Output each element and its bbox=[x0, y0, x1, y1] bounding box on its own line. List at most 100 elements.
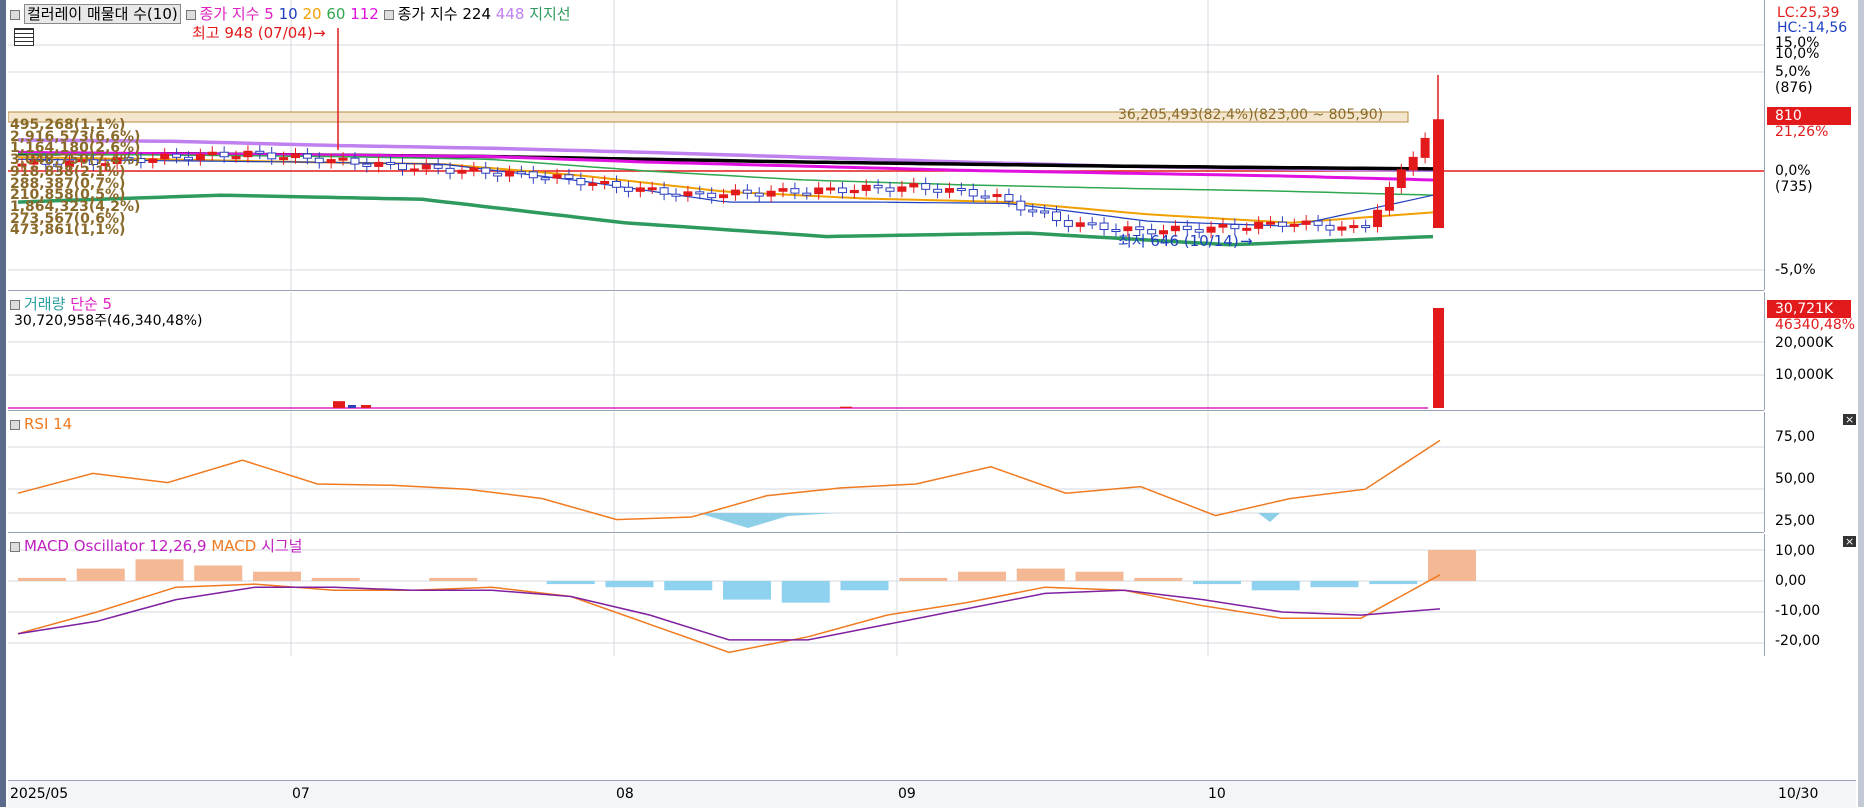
volume-profile-label: 36,205,493(82,4%)(823,00 ~ 805,90) bbox=[1118, 107, 1384, 123]
x-label-08: 08 bbox=[616, 786, 634, 802]
rsi-line bbox=[17, 439, 1441, 521]
candle bbox=[564, 174, 574, 179]
last-candle bbox=[1433, 119, 1444, 228]
volume-legend[interactable]: 거래량 단순 5 bbox=[10, 295, 112, 313]
candle bbox=[1266, 221, 1276, 225]
candle bbox=[671, 193, 681, 197]
candle bbox=[814, 187, 824, 195]
macd-legend[interactable]: MACD Oscillator 12,26,9 MACD 시그널 bbox=[10, 537, 302, 555]
macd-chart-svg[interactable] bbox=[8, 534, 1764, 780]
candle bbox=[1325, 224, 1335, 231]
volume-axis[interactable]: 30,721K 46340,48% 20,000K 10,000K bbox=[1764, 292, 1857, 410]
rsi-tick-75: 75,00 bbox=[1775, 429, 1816, 445]
rsi-title: RSI 14 bbox=[24, 415, 73, 433]
volume-grid bbox=[8, 292, 1764, 410]
volume-bar bbox=[348, 405, 356, 408]
legend-toggle-icon[interactable] bbox=[383, 9, 394, 20]
volume-chart-svg[interactable] bbox=[8, 292, 1764, 410]
candle bbox=[207, 151, 217, 156]
candle bbox=[160, 153, 170, 160]
candle bbox=[445, 167, 455, 174]
x-axis[interactable]: 2025/05 07 08 09 10 10/30 bbox=[8, 780, 1856, 808]
candle bbox=[516, 171, 526, 175]
rsi-panel[interactable]: RSI 14 bbox=[8, 412, 1764, 533]
candle bbox=[826, 187, 836, 191]
low-annotation: 최저 646 (10/14) bbox=[1118, 232, 1239, 250]
close-icon[interactable]: × bbox=[1843, 414, 1857, 425]
ma448-label: 448 bbox=[495, 5, 525, 23]
candle bbox=[588, 182, 598, 186]
candle bbox=[1396, 169, 1406, 188]
candle bbox=[1004, 194, 1014, 202]
candle bbox=[944, 188, 954, 193]
candle bbox=[231, 156, 241, 160]
candle bbox=[505, 171, 515, 177]
candle bbox=[968, 189, 978, 197]
rsi-legend[interactable]: RSI 14 bbox=[10, 415, 72, 433]
candle bbox=[1230, 224, 1240, 230]
candle bbox=[600, 180, 610, 184]
oscillator-bar bbox=[958, 571, 1006, 581]
macd-axis[interactable]: × 10,00 0,00 -10,00 -20,00 bbox=[1764, 534, 1857, 656]
volume-title: 거래량 bbox=[24, 295, 66, 313]
tick-876: (876) bbox=[1775, 80, 1813, 96]
legend-toggle-icon[interactable] bbox=[10, 419, 20, 430]
rsi-grid bbox=[8, 412, 1764, 532]
x-label-07: 07 bbox=[292, 786, 310, 802]
candle bbox=[766, 190, 776, 197]
table-view-icon[interactable] bbox=[14, 28, 34, 46]
legend-toggle-icon[interactable] bbox=[10, 299, 20, 310]
rsi-axis[interactable]: × 75,00 50,00 25,00 bbox=[1764, 412, 1857, 532]
price-axis[interactable]: LC:25,39 HC:-14,56 15,0% 10,0% 5,0% (876… bbox=[1764, 0, 1857, 290]
candle bbox=[172, 153, 182, 158]
candle bbox=[302, 153, 312, 159]
candle bbox=[219, 151, 229, 158]
candle bbox=[1337, 226, 1347, 231]
candle bbox=[695, 191, 705, 195]
candle bbox=[849, 189, 859, 194]
candle bbox=[1028, 209, 1038, 213]
x-label-10: 10 bbox=[1208, 786, 1226, 802]
volume-panel[interactable]: 거래량 단순 5 30,720,958주(46,340,48%) bbox=[8, 292, 1764, 411]
ma224-label: 종가 지수 224 bbox=[397, 5, 491, 23]
candle bbox=[956, 188, 966, 192]
candle bbox=[1075, 222, 1085, 227]
price-legend[interactable]: 컬러레이 매물대 수(10) 종가 지수 5 10 20 60 112 종가 지… bbox=[10, 4, 571, 24]
oscillator-bar bbox=[429, 577, 478, 581]
candle bbox=[1408, 156, 1418, 171]
candle bbox=[540, 177, 550, 181]
x-label-end: 10/30 bbox=[1778, 786, 1819, 802]
close-icon[interactable]: × bbox=[1843, 536, 1857, 547]
tick-minus5: -5,0% bbox=[1775, 262, 1816, 278]
rsi-oversold-fill bbox=[698, 513, 1280, 528]
candle bbox=[837, 187, 847, 194]
candle bbox=[1289, 223, 1299, 227]
candle bbox=[1301, 220, 1311, 225]
candle bbox=[719, 194, 729, 199]
oscillator-bar bbox=[76, 568, 125, 581]
candle bbox=[374, 161, 384, 167]
candle bbox=[528, 171, 538, 179]
legend-toggle-icon[interactable] bbox=[10, 541, 20, 552]
legend-toggle-icon[interactable] bbox=[10, 9, 20, 20]
macd-panel[interactable]: MACD Oscillator 12,26,9 MACD 시그널 bbox=[8, 534, 1764, 781]
rsi-chart-svg[interactable] bbox=[8, 412, 1764, 532]
legend-toggle-icon[interactable] bbox=[185, 9, 196, 20]
candle bbox=[576, 177, 586, 186]
oscillator-bar bbox=[1075, 571, 1124, 581]
candle bbox=[1313, 220, 1323, 226]
candle bbox=[861, 184, 871, 191]
candle bbox=[1170, 225, 1180, 232]
price-chart-svg[interactable] bbox=[8, 0, 1764, 290]
ma112-label: 112 bbox=[350, 5, 379, 23]
macd-osc-title: MACD Oscillator 12,26,9 bbox=[24, 537, 207, 555]
oscillator-bar bbox=[605, 581, 654, 588]
candle bbox=[481, 167, 491, 174]
candle bbox=[885, 187, 895, 192]
candle bbox=[421, 164, 431, 170]
price-panel[interactable]: 컬러레이 매물대 수(10) 종가 지수 5 10 20 60 112 종가 지… bbox=[8, 0, 1764, 291]
candle bbox=[1123, 226, 1133, 232]
volume-tick-20000: 20,000K bbox=[1775, 335, 1834, 351]
candle bbox=[659, 187, 669, 195]
volume-bar bbox=[1433, 308, 1444, 408]
